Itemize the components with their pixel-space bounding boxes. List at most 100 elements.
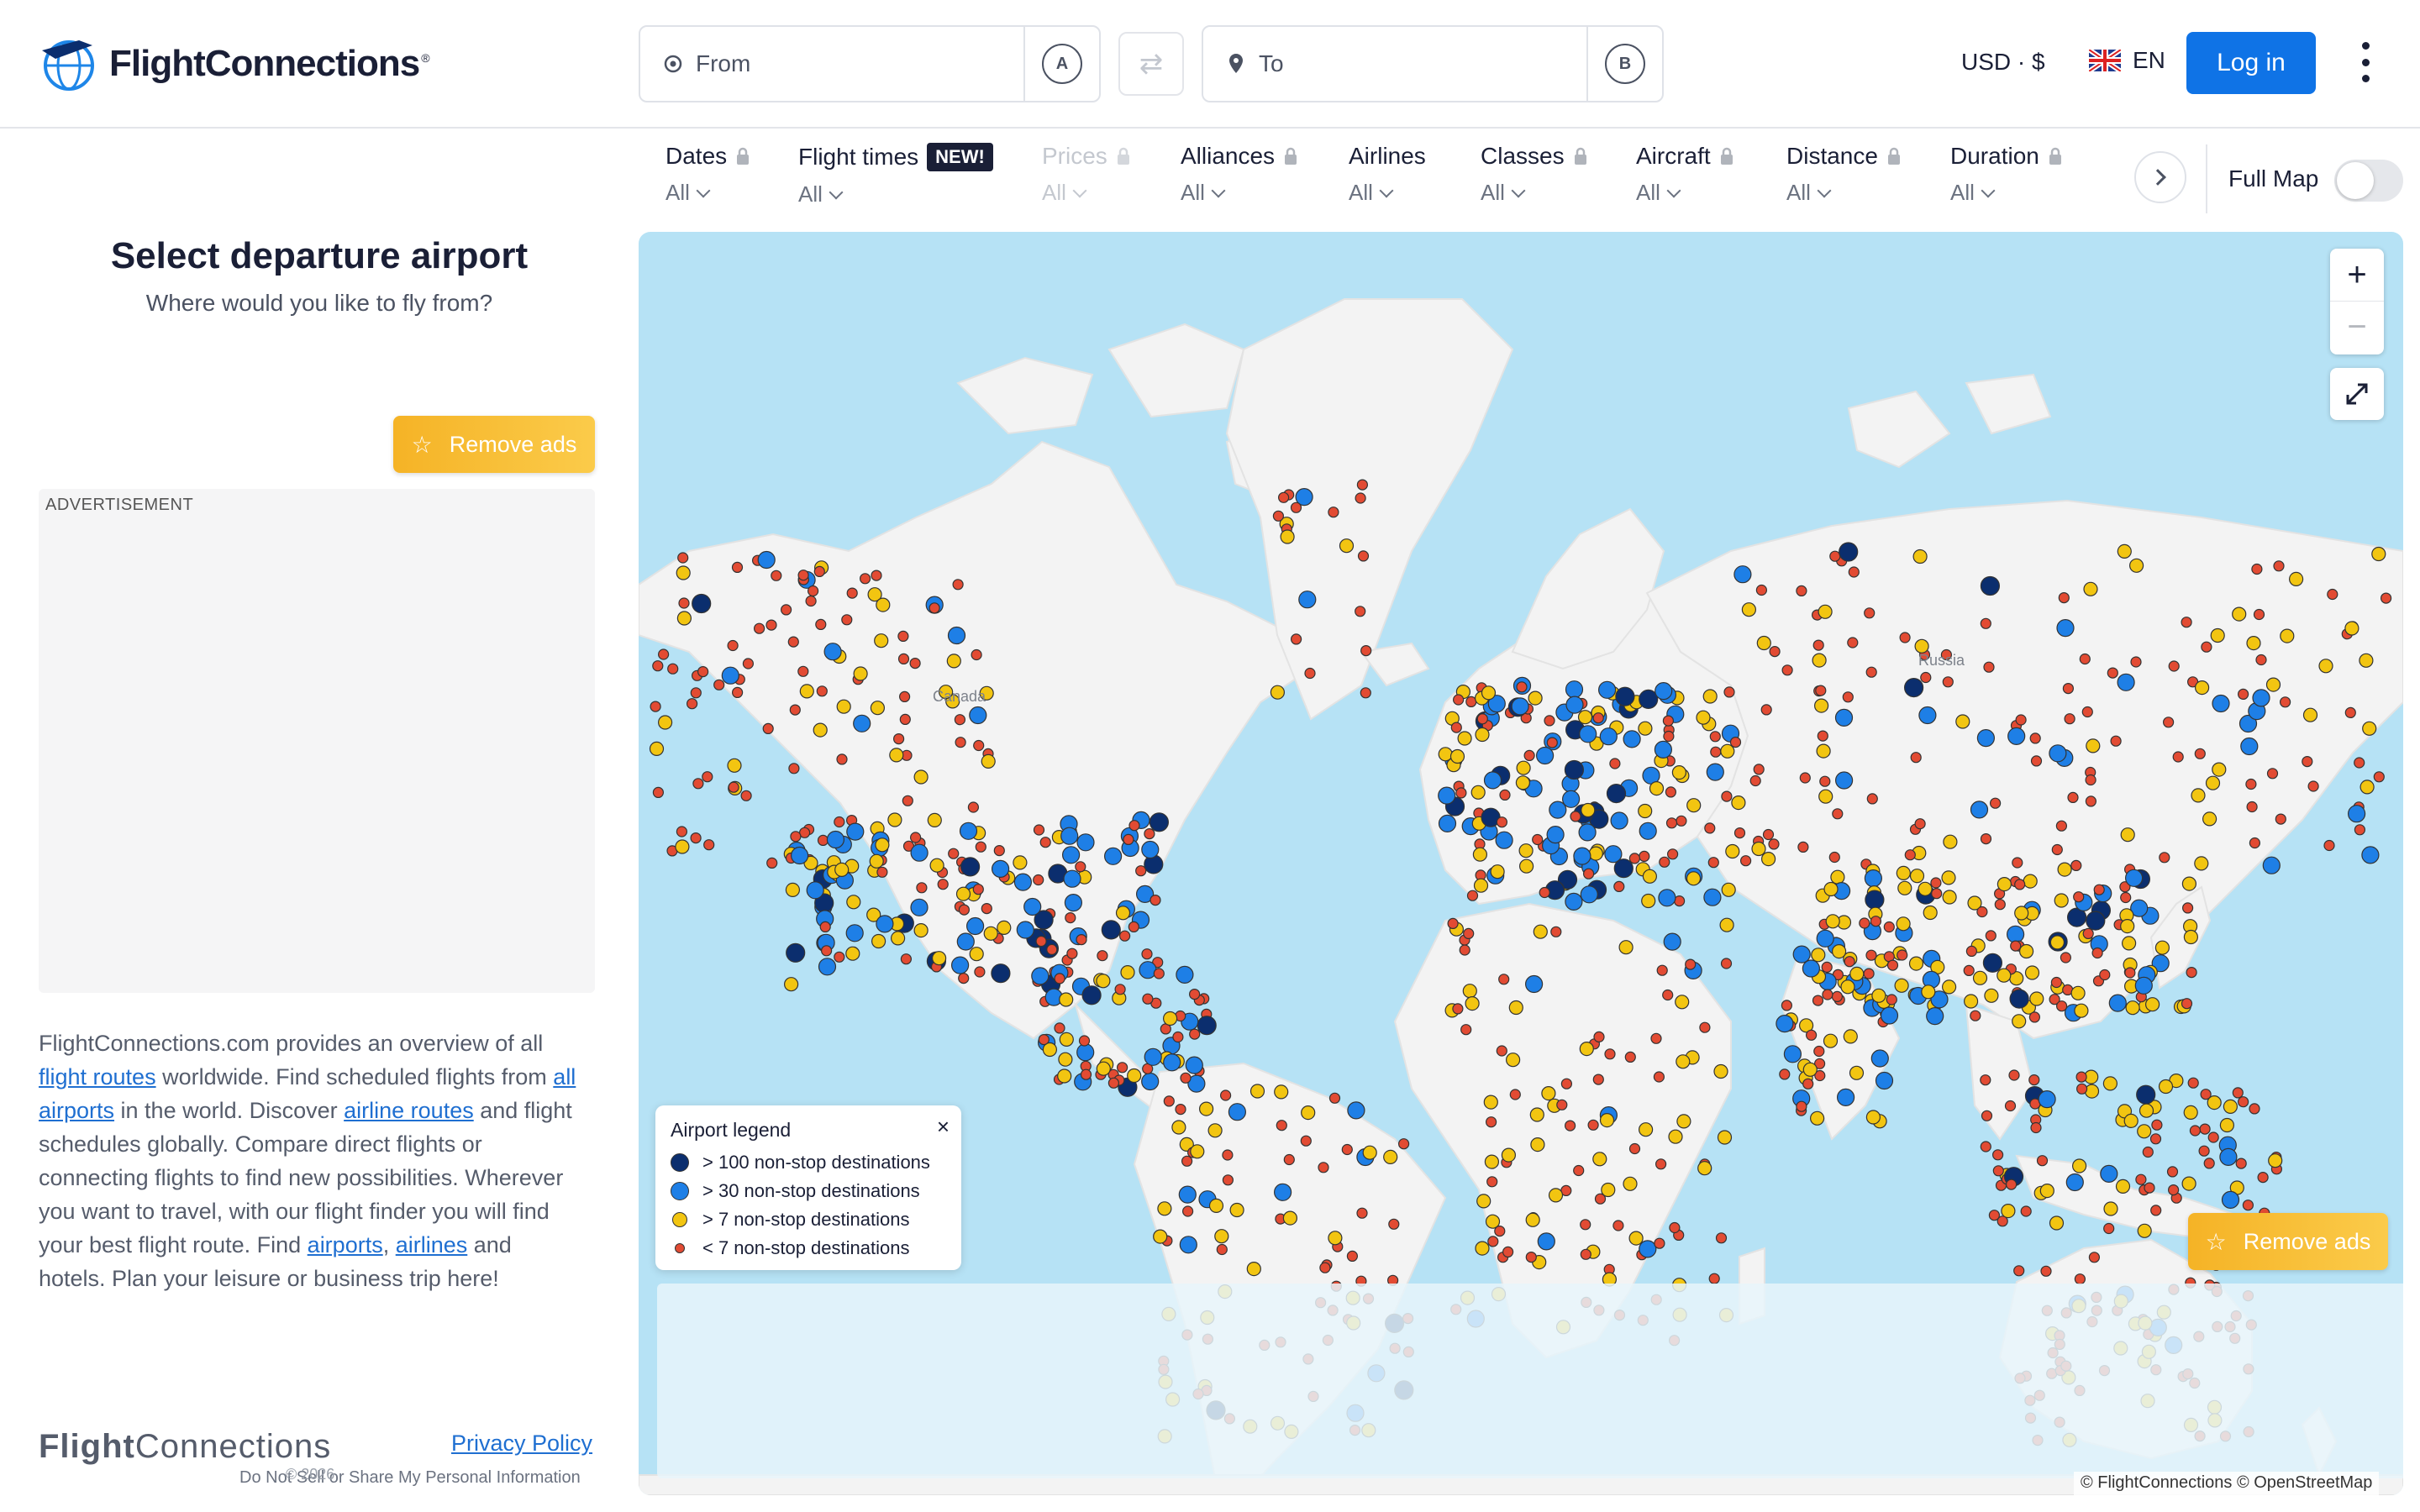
airport-marker[interactable] (2154, 940, 2170, 955)
airport-marker[interactable] (1980, 832, 1992, 845)
airport-marker[interactable] (845, 946, 860, 961)
airport-marker[interactable] (1615, 686, 1635, 706)
airport-marker[interactable] (876, 915, 894, 933)
airport-marker[interactable] (1057, 1068, 1072, 1084)
airport-marker[interactable] (1769, 646, 1781, 658)
airport-marker[interactable] (997, 920, 1012, 936)
airport-marker[interactable] (2128, 558, 2144, 573)
airport-marker[interactable] (1776, 1014, 1794, 1033)
airport-marker[interactable] (721, 666, 739, 685)
airport-marker[interactable] (1276, 1120, 1287, 1131)
airport-marker[interactable] (2194, 748, 2206, 759)
airport-marker[interactable] (1046, 943, 1058, 956)
airport-marker[interactable] (2186, 966, 2197, 979)
airport-marker[interactable] (853, 666, 868, 681)
airport-marker[interactable] (805, 595, 817, 607)
airport-marker[interactable] (1216, 1243, 1228, 1256)
airport-marker[interactable] (2273, 560, 2285, 572)
airport-marker[interactable] (754, 622, 765, 634)
airport-marker[interactable] (1991, 1149, 2004, 1161)
airport-marker[interactable] (1918, 881, 1933, 896)
airport-marker[interactable] (784, 977, 799, 992)
airport-marker[interactable] (1725, 843, 1740, 859)
privacy-policy-link[interactable]: Privacy Policy (451, 1431, 592, 1457)
airport-marker[interactable] (2014, 906, 2029, 921)
to-input[interactable] (1259, 50, 1561, 77)
airport-marker[interactable] (2028, 1011, 2041, 1023)
airport-marker[interactable] (2117, 543, 2132, 559)
airport-marker[interactable] (2115, 1179, 2131, 1194)
airport-marker[interactable] (952, 579, 964, 591)
airport-marker[interactable] (913, 922, 929, 938)
airport-marker[interactable] (2354, 824, 2365, 836)
airport-marker[interactable] (902, 795, 913, 806)
airport-marker[interactable] (690, 687, 702, 699)
airport-marker[interactable] (713, 679, 725, 690)
airport-marker[interactable] (1612, 1220, 1624, 1231)
airport-marker[interactable] (1033, 874, 1044, 886)
airlines-link[interactable]: airlines (396, 1232, 468, 1257)
airport-marker[interactable] (1023, 897, 1042, 916)
airport-marker[interactable] (2167, 1184, 2180, 1196)
airport-marker[interactable] (1065, 911, 1076, 924)
airport-marker[interactable] (2257, 1171, 2269, 1184)
airport-marker[interactable] (1818, 789, 1833, 804)
airport-marker[interactable] (1283, 1153, 1295, 1166)
airport-marker[interactable] (1096, 974, 1111, 989)
airport-marker[interactable] (2001, 1203, 2016, 1219)
airport-marker[interactable] (1610, 811, 1628, 830)
airport-marker[interactable] (1277, 491, 1290, 503)
airport-marker[interactable] (1565, 892, 1583, 911)
airport-marker[interactable] (2081, 706, 2093, 718)
airport-marker[interactable] (834, 816, 845, 828)
airport-marker[interactable] (2012, 1014, 2027, 1029)
airport-marker[interactable] (1844, 956, 1855, 968)
airport-marker[interactable] (1799, 772, 1811, 784)
airport-marker[interactable] (1081, 985, 1102, 1005)
airport-marker[interactable] (1830, 869, 1845, 885)
airport-marker[interactable] (1107, 1077, 1120, 1089)
airport-marker[interactable] (1753, 764, 1765, 775)
airport-marker[interactable] (845, 924, 864, 942)
airport-marker[interactable] (1483, 1095, 1498, 1110)
filter-classes[interactable]: Classes All (1481, 143, 1588, 218)
airport-marker[interactable] (1475, 727, 1490, 743)
airport-marker[interactable] (2240, 737, 2259, 756)
airport-marker[interactable] (1840, 979, 1855, 995)
airport-marker[interactable] (740, 790, 752, 801)
airport-marker[interactable] (958, 904, 970, 916)
airport-marker[interactable] (1153, 1229, 1168, 1244)
airport-marker[interactable] (2100, 1164, 2118, 1184)
airport-marker[interactable] (1582, 868, 1595, 879)
airport-marker[interactable] (1181, 1205, 1194, 1217)
airport-marker[interactable] (1189, 1028, 1201, 1040)
airport-marker[interactable] (2249, 837, 2261, 849)
airport-marker[interactable] (2323, 839, 2335, 852)
filter-aircraft[interactable]: Aircraft All (1636, 143, 1734, 218)
airport-marker[interactable] (1606, 783, 1627, 804)
airport-marker[interactable] (1697, 1161, 1712, 1176)
airport-marker[interactable] (916, 882, 928, 894)
airport-marker[interactable] (1831, 943, 1847, 959)
airport-marker[interactable] (1859, 917, 1870, 929)
airport-marker[interactable] (1864, 869, 1883, 888)
airport-marker[interactable] (1059, 1032, 1074, 1047)
airport-marker[interactable] (1054, 1022, 1065, 1034)
airport-marker[interactable] (1676, 1054, 1691, 1069)
airport-marker[interactable] (1561, 790, 1581, 808)
airport-marker[interactable] (667, 663, 679, 675)
airport-marker[interactable] (1996, 968, 2012, 983)
airport-marker[interactable] (1496, 816, 1508, 828)
airport-marker[interactable] (2060, 952, 2072, 963)
airport-marker[interactable] (2201, 641, 2212, 653)
airport-marker[interactable] (766, 857, 778, 869)
airport-marker[interactable] (1686, 871, 1702, 886)
airport-marker[interactable] (1539, 886, 1550, 899)
airport-marker[interactable] (1710, 746, 1722, 758)
airport-marker[interactable] (1796, 1100, 1807, 1112)
airport-marker[interactable] (1031, 967, 1050, 985)
airport-marker[interactable] (1592, 1074, 1604, 1085)
airport-marker[interactable] (1865, 1110, 1881, 1125)
airport-marker[interactable] (676, 611, 692, 626)
airport-marker[interactable] (791, 846, 809, 865)
